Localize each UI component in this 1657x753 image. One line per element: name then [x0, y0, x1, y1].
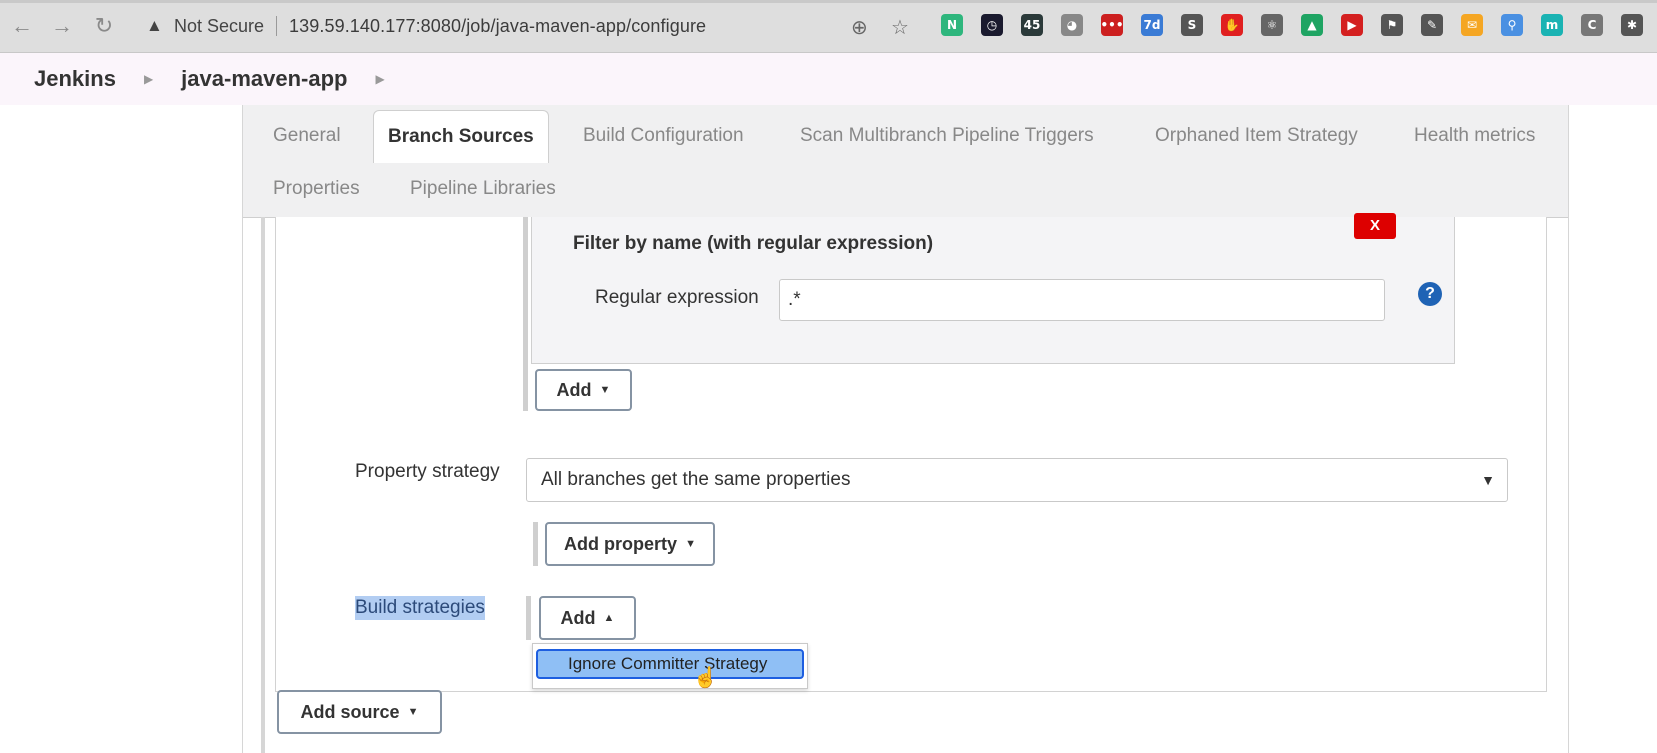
property-bar [533, 522, 538, 566]
browser-toolbar: ← → ↻ ▲ Not Secure 139.59.140.177:8080/j… [0, 0, 1657, 53]
add-build-strategy-button[interactable]: Add ▲ [539, 596, 636, 640]
tab-health-metrics[interactable]: Health metrics [1414, 121, 1535, 151]
chevron-down-icon: ▼ [1481, 472, 1495, 488]
address-bar[interactable]: ▲ Not Secure 139.59.140.177:8080/job/jav… [136, 8, 904, 44]
regex-input[interactable] [779, 279, 1385, 321]
s-ext-icon[interactable]: S [1181, 14, 1203, 36]
adblock-ext-icon[interactable]: ✋ [1221, 14, 1243, 36]
caret-down-icon: ▼ [407, 706, 419, 718]
breadcrumb-arrow-icon[interactable]: ▶ [144, 72, 153, 86]
property-strategy-label: Property strategy [355, 461, 500, 482]
tab-pipeline-libraries[interactable]: Pipeline Libraries [410, 174, 556, 204]
add-property-label: Add property [564, 533, 678, 554]
caret-down-icon: ▼ [599, 384, 611, 396]
caret-up-icon: ▲ [603, 612, 615, 624]
menu-item-ignore-committer[interactable]: Ignore Committer Strategy [536, 649, 804, 679]
hand-cursor-icon: ☝ [693, 667, 718, 689]
add-filter-label: Add [556, 379, 592, 400]
help-icon[interactable]: ? [1418, 282, 1442, 306]
breadcrumb: Jenkins ▶ java-maven-app ▶ [0, 53, 1657, 105]
add-source-bar [261, 691, 265, 753]
add-filter-button[interactable]: Add ▼ [535, 369, 632, 411]
build-strategy-menu: Ignore Committer Strategy [532, 643, 808, 689]
security-label[interactable]: Not Secure [174, 16, 264, 37]
address-separator [276, 16, 278, 36]
timer-ext-icon[interactable]: 45 [1021, 14, 1043, 36]
c-ext-icon[interactable]: C [1581, 14, 1603, 36]
regex-label: Regular expression [595, 287, 759, 308]
section-bar [261, 217, 265, 753]
tab-strip-edge [0, 0, 1657, 3]
breadcrumb-jenkins[interactable]: Jenkins [34, 66, 116, 92]
star-icon[interactable]: ☆ [891, 15, 909, 40]
search-ext-icon[interactable]: ⚲ [1501, 14, 1523, 36]
warning-icon: ▲ [146, 16, 163, 35]
m-ext-icon[interactable]: m [1541, 14, 1563, 36]
tab-general[interactable]: General [273, 121, 341, 151]
add-source-label: Add source [300, 701, 400, 722]
property-strategy-value: All branches get the same properties [541, 469, 851, 490]
caret-down-icon: ▼ [685, 538, 696, 550]
add-build-strategy-label: Add [560, 607, 596, 628]
add-property-button[interactable]: Add property ▼ [545, 522, 715, 566]
calendar-ext-icon[interactable]: 7d [1141, 14, 1163, 36]
filter-title: Filter by name (with regular expression) [573, 233, 934, 254]
video-ext-icon[interactable]: ▶ [1341, 14, 1363, 36]
url-text[interactable]: 139.59.140.177:8080/job/java-maven-app/c… [289, 16, 706, 37]
puzzle-ext-icon[interactable]: ✱ [1621, 14, 1643, 36]
mail-ext-icon[interactable]: ✉ [1461, 14, 1483, 36]
config-tabs: General Branch Sources Build Configurati… [243, 105, 1568, 218]
delete-filter-button[interactable]: X [1354, 213, 1396, 239]
tab-branch-sources[interactable]: Branch Sources [373, 110, 549, 163]
forward-icon[interactable]: → [48, 12, 76, 40]
tab-properties[interactable]: Properties [273, 174, 360, 204]
lastpass-ext-icon[interactable]: ••• [1101, 14, 1124, 36]
react-ext-icon[interactable]: ⚛ [1261, 14, 1283, 36]
tab-scan-triggers[interactable]: Scan Multibranch Pipeline Triggers [800, 121, 1094, 151]
back-icon[interactable]: ← [8, 12, 36, 40]
drive-ext-icon[interactable]: ▲ [1301, 14, 1323, 36]
breadcrumb-job[interactable]: java-maven-app [181, 66, 347, 92]
bookmark-ext-icon[interactable]: ⚑ [1381, 14, 1403, 36]
tomato-ext-icon[interactable]: ◕ [1061, 14, 1083, 36]
config-panel: General Branch Sources Build Configurati… [242, 105, 1569, 753]
tab-build-configuration[interactable]: Build Configuration [583, 121, 744, 151]
eyedropper-ext-icon[interactable]: ✎ [1421, 14, 1443, 36]
reload-icon[interactable]: ↻ [90, 12, 118, 40]
add-source-button[interactable]: Add source ▼ [277, 690, 442, 734]
zoom-icon[interactable]: ⊕ [851, 15, 868, 40]
tab-orphaned-item-strategy[interactable]: Orphaned Item Strategy [1155, 121, 1358, 151]
build-strategies-label: Build strategies [355, 596, 485, 620]
build-bar [526, 596, 531, 640]
notion-ext-icon[interactable]: N [941, 14, 963, 36]
clock-ext-icon[interactable]: ◷ [981, 14, 1003, 36]
property-strategy-select[interactable]: All branches get the same properties ▼ [526, 458, 1508, 502]
breadcrumb-arrow-icon[interactable]: ▶ [375, 72, 384, 86]
filter-bar [523, 217, 528, 411]
